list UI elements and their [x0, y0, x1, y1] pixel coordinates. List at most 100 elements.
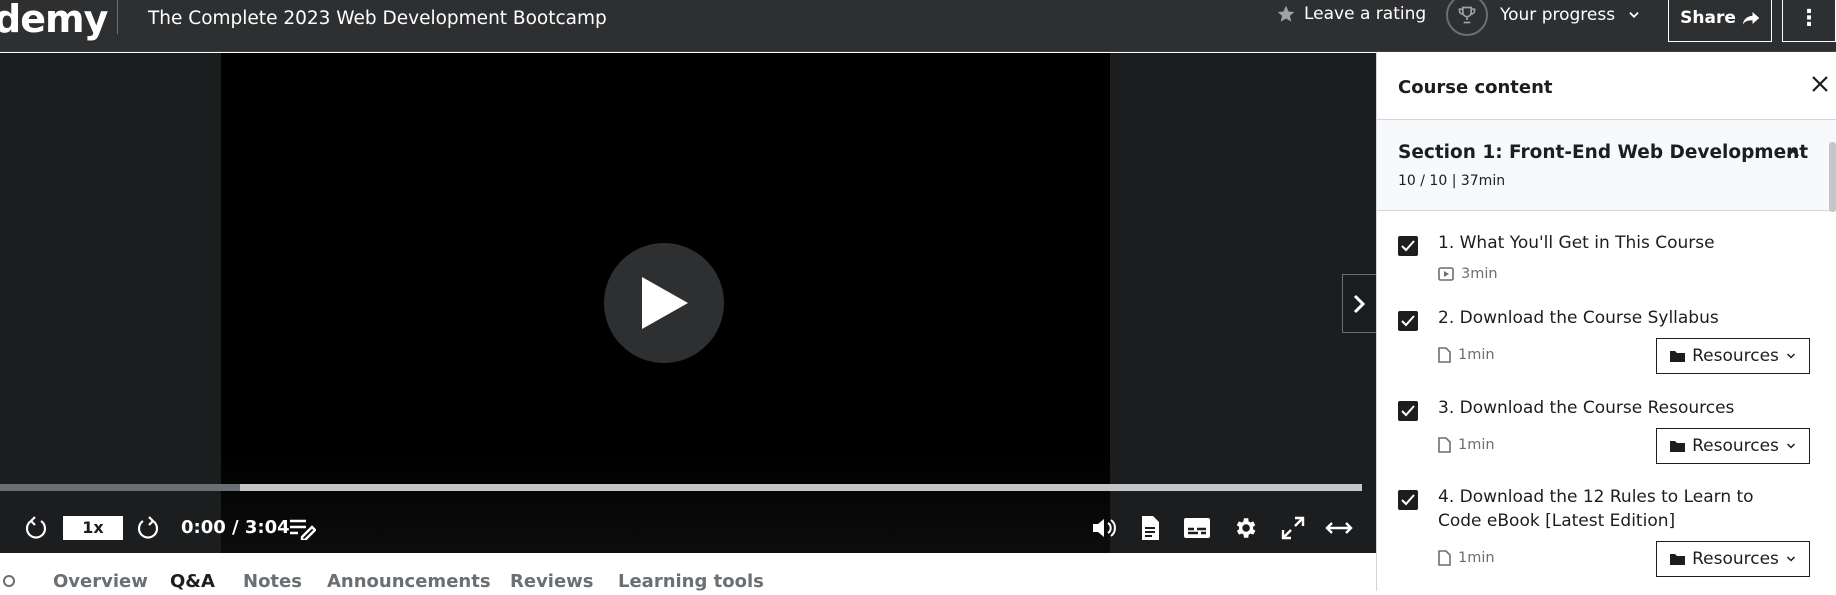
lecture-duration: 3min — [1461, 266, 1498, 282]
volume-icon — [1093, 519, 1116, 537]
video-icon — [1438, 267, 1454, 281]
resources-dropdown[interactable]: Resources — [1656, 338, 1810, 374]
folder-icon — [1670, 441, 1686, 452]
file-icon — [1438, 550, 1451, 566]
expand-horizontal-icon — [1325, 522, 1353, 534]
close-icon — [1812, 76, 1828, 92]
logo[interactable]: demy — [0, 0, 108, 40]
your-progress-button[interactable]: Your progress — [1446, 0, 1641, 36]
resources-label: Resources — [1692, 436, 1779, 456]
resources-dropdown[interactable]: Resources — [1656, 541, 1810, 577]
lecture-item[interactable]: 4. Download the 12 Rules to Learn to Cod… — [1377, 468, 1827, 591]
chevron-down-icon — [1629, 12, 1639, 18]
lecture-duration: 1min — [1458, 347, 1495, 363]
search-icon — [3, 575, 15, 587]
chevron-up-icon — [1786, 149, 1800, 157]
file-icon — [1438, 437, 1451, 453]
next-lecture-button[interactable] — [1342, 274, 1376, 333]
lecture-checkbox[interactable] — [1398, 311, 1418, 331]
lecture-checkbox[interactable] — [1398, 401, 1418, 421]
lecture-title: 4. Download the 12 Rules to Learn to Cod… — [1438, 487, 1754, 531]
collapse-section-button[interactable] — [1784, 144, 1808, 168]
star-icon — [1277, 5, 1295, 22]
tab-overview[interactable]: Overview — [53, 571, 148, 592]
captions-icon — [1184, 518, 1210, 538]
section-title: Section 1: Front-End Web Development — [1398, 142, 1809, 163]
lecture-item[interactable]: 1. What You'll Get in This Course 3min — [1377, 212, 1827, 288]
play-button[interactable] — [604, 243, 724, 363]
play-icon — [642, 277, 688, 329]
sidebar-title: Course content — [1398, 77, 1553, 98]
lecture-meta: 1min — [1438, 550, 1495, 566]
transcript-button[interactable] — [1136, 504, 1164, 552]
section-header[interactable]: Section 1: Front-End Web Development 10 … — [1377, 120, 1836, 211]
lecture-item[interactable]: 3. Download the Course Resources 1min Re… — [1377, 378, 1827, 468]
tab-reviews[interactable]: Reviews — [510, 571, 594, 592]
search-button[interactable] — [0, 571, 22, 595]
lecture-item[interactable]: 2. Download the Course Syllabus 1min Res… — [1377, 288, 1827, 378]
video-player[interactable]: 1x 0:00 / 3:04 — [0, 53, 1376, 553]
resources-dropdown[interactable]: Resources — [1656, 428, 1810, 464]
check-icon — [1401, 315, 1415, 327]
lecture-checkbox[interactable] — [1398, 490, 1418, 510]
settings-button[interactable] — [1230, 504, 1260, 552]
folder-icon — [1670, 554, 1686, 565]
fullscreen-button[interactable] — [1278, 504, 1308, 552]
add-note-button[interactable] — [284, 504, 320, 552]
lecture-title: 2. Download the Course Syllabus — [1438, 308, 1719, 328]
rewind-5-icon — [25, 516, 47, 539]
lecture-checkbox[interactable] — [1398, 236, 1418, 256]
lecture-duration: 1min — [1458, 550, 1495, 566]
trophy-icon — [1446, 0, 1488, 36]
course-title[interactable]: The Complete 2023 Web Development Bootca… — [148, 6, 607, 32]
top-bar: demy The Complete 2023 Web Development B… — [0, 0, 1836, 52]
lecture-meta: 1min — [1438, 347, 1495, 363]
course-tabs: Overview Q&A Notes Announcements Reviews… — [0, 553, 1376, 592]
chevron-down-icon — [1786, 443, 1795, 449]
lecture-title: 3. Download the Course Resources — [1438, 398, 1735, 418]
player-controls: 1x 0:00 / 3:04 — [0, 504, 1376, 552]
gear-icon — [1236, 518, 1256, 538]
tab-qa[interactable]: Q&A — [170, 571, 215, 592]
tab-notes[interactable]: Notes — [243, 571, 302, 592]
share-label: Share — [1680, 8, 1736, 28]
lecture-title: 1. What You'll Get in This Course — [1438, 233, 1715, 253]
captions-button[interactable] — [1180, 504, 1214, 552]
transcript-icon — [1142, 516, 1159, 540]
sidebar-header: Course content — [1377, 52, 1836, 120]
chevron-right-icon — [1353, 294, 1365, 313]
lecture-duration: 1min — [1458, 437, 1495, 453]
expand-width-button[interactable] — [1322, 504, 1356, 552]
resources-label: Resources — [1692, 346, 1779, 366]
more-options-button[interactable]: ⋮ — [1782, 0, 1836, 42]
chevron-down-icon — [1786, 353, 1795, 359]
check-icon — [1401, 494, 1415, 506]
lecture-meta: 3min — [1438, 266, 1498, 282]
fullscreen-icon — [1281, 516, 1305, 540]
your-progress-label: Your progress — [1500, 5, 1616, 25]
playback-speed-button[interactable]: 1x — [63, 516, 123, 540]
divider — [117, 0, 118, 34]
leave-rating-button[interactable]: Leave a rating — [1276, 4, 1426, 24]
time-display: 0:00 / 3:04 — [181, 517, 290, 538]
check-icon — [1401, 405, 1415, 417]
share-arrow-icon — [1742, 12, 1760, 25]
course-content-sidebar: Course content Section 1: Front-End Web … — [1376, 52, 1836, 591]
lecture-meta: 1min — [1438, 437, 1495, 453]
section-meta: 10 / 10 | 37min — [1398, 173, 1506, 189]
progress-bar-played — [0, 484, 240, 491]
forward-5-icon — [137, 516, 159, 539]
rewind-button[interactable] — [20, 504, 52, 552]
file-icon — [1438, 347, 1451, 363]
check-icon — [1401, 240, 1415, 252]
forward-button[interactable] — [132, 504, 164, 552]
close-sidebar-button[interactable] — [1810, 74, 1834, 98]
share-button[interactable]: Share — [1668, 0, 1772, 42]
tab-announcements[interactable]: Announcements — [327, 571, 491, 592]
tab-learning-tools[interactable]: Learning tools — [618, 571, 764, 592]
sidebar-scrollbar[interactable] — [1829, 142, 1836, 212]
kebab-icon: ⋮ — [1798, 5, 1820, 31]
resources-label: Resources — [1692, 549, 1779, 569]
volume-button[interactable] — [1088, 504, 1120, 552]
note-edit-icon — [290, 519, 316, 540]
